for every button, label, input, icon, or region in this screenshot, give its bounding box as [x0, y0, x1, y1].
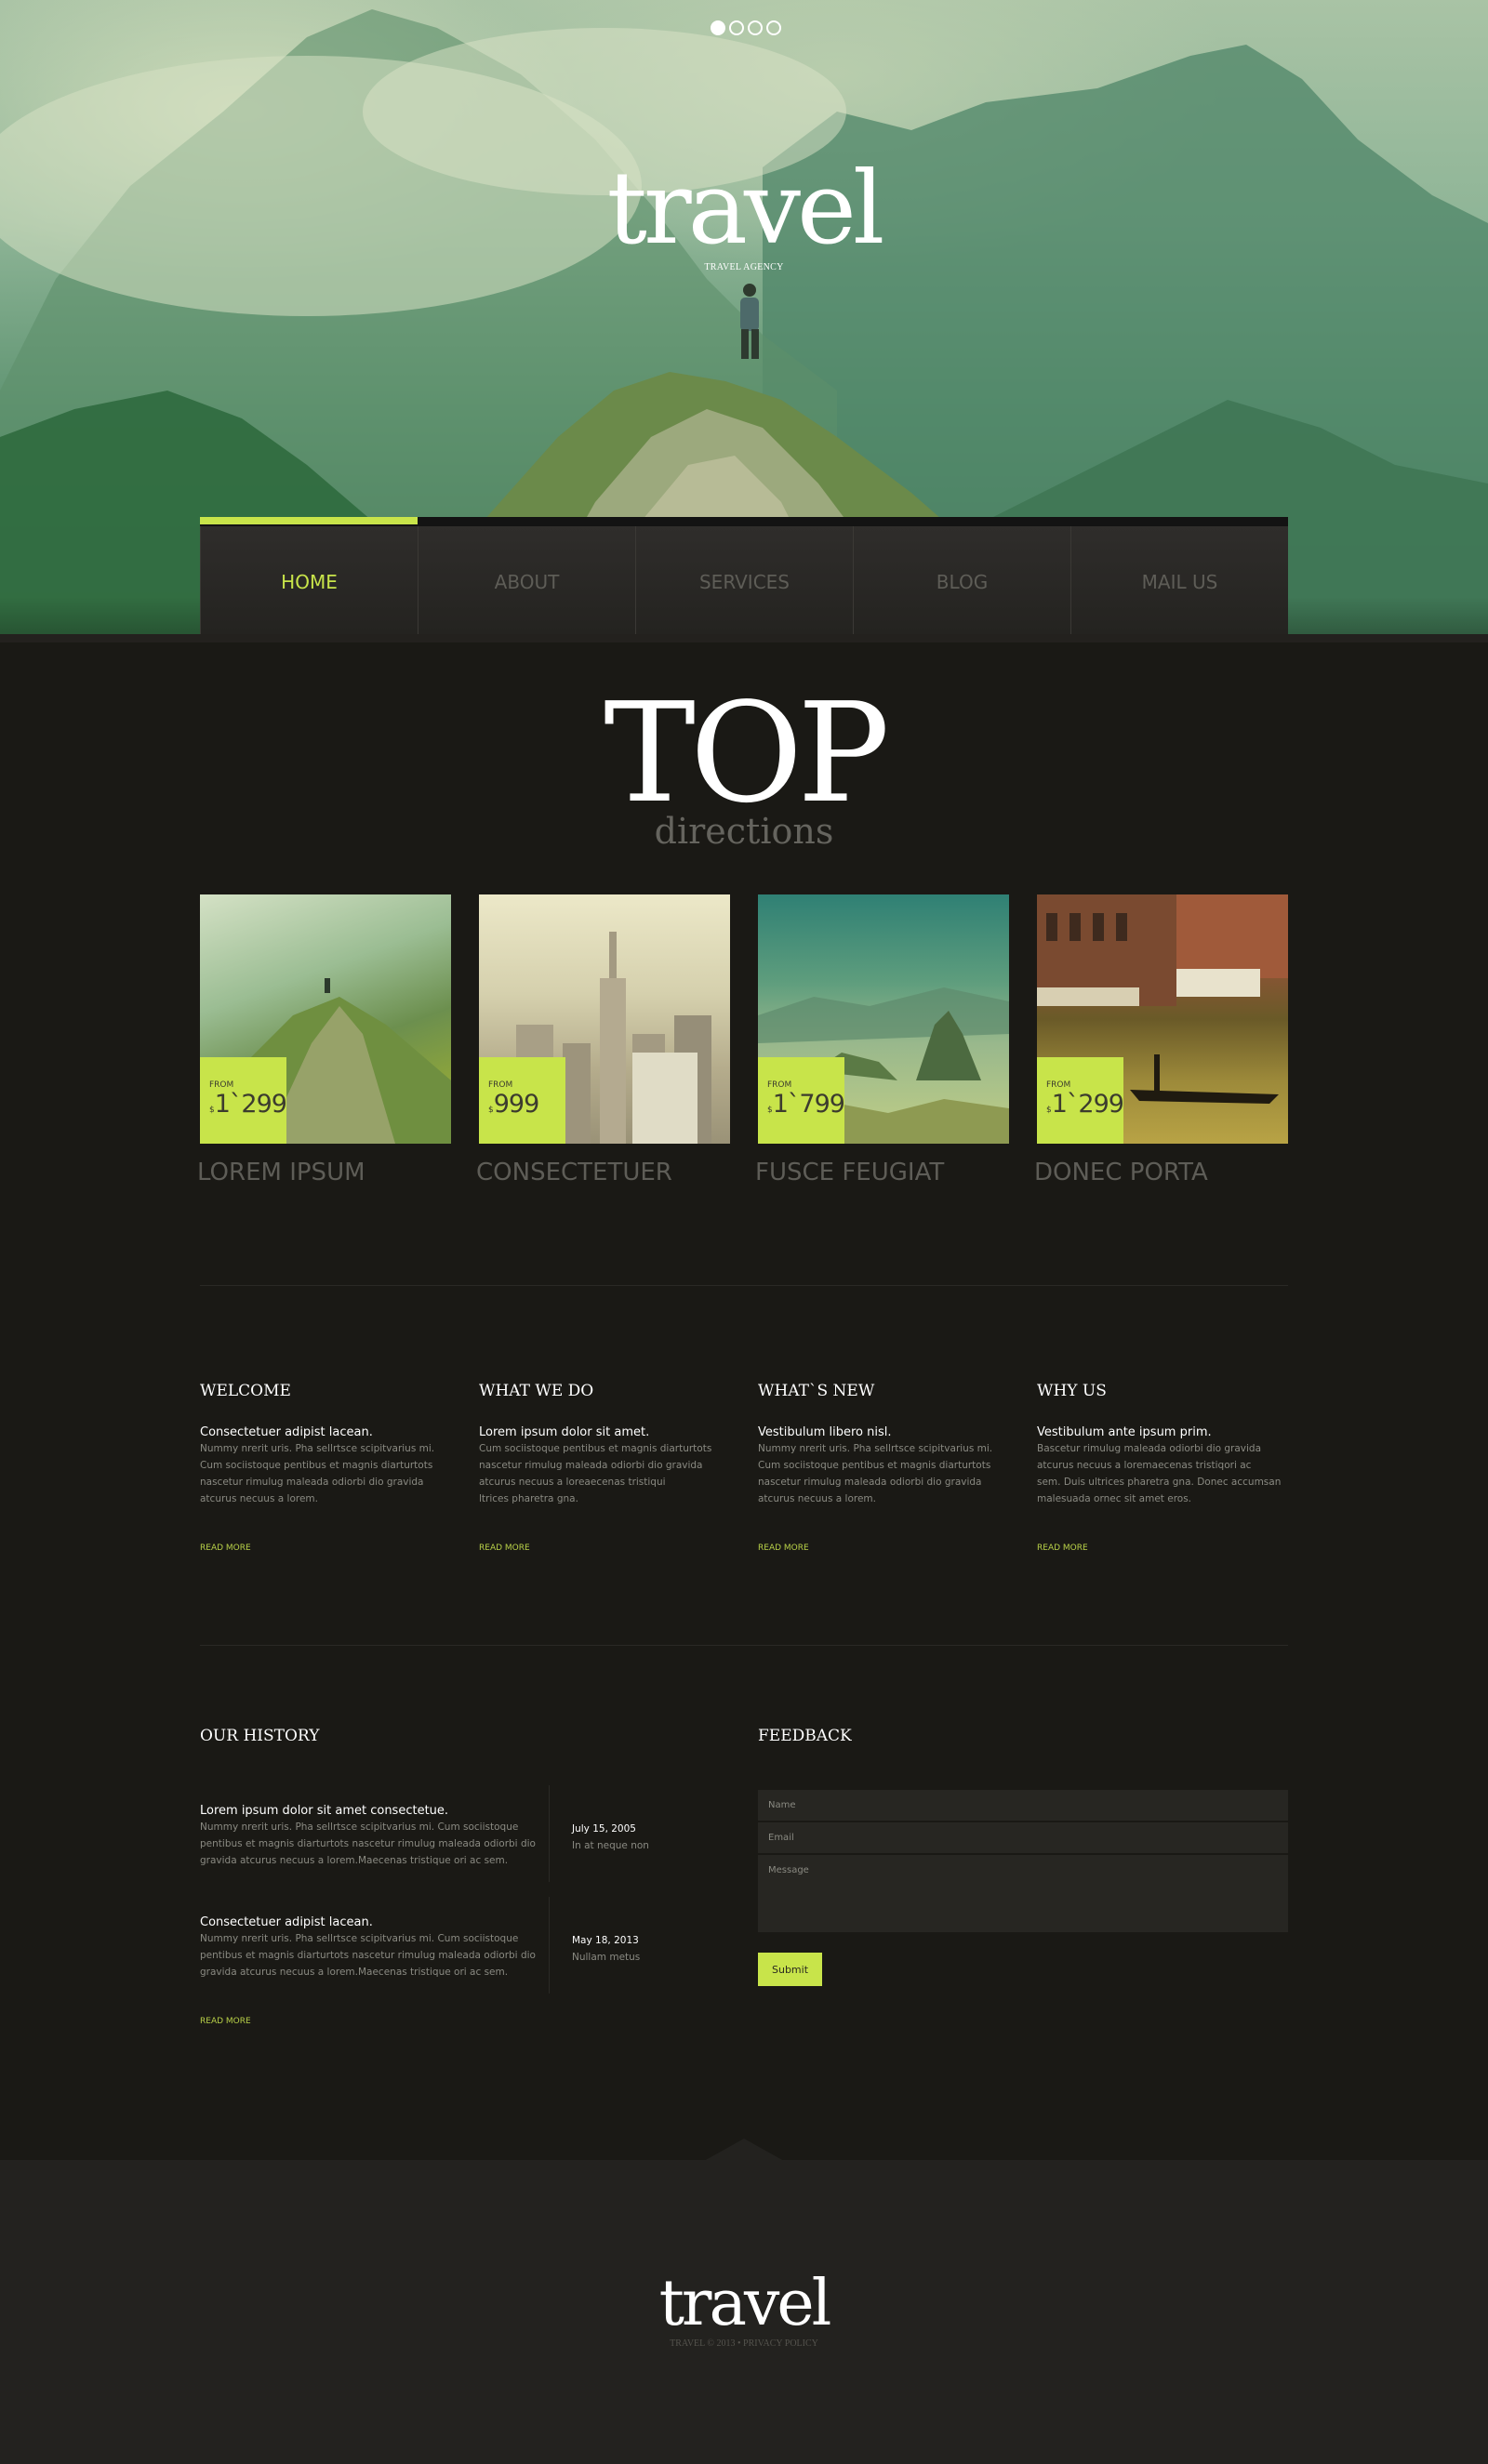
history-lead: Lorem ipsum dolor sit amet consectetue. [200, 1804, 449, 1818]
history-heading: OUR HISTORY [200, 1727, 320, 1745]
read-more-link[interactable]: READ MORE [479, 1543, 530, 1553]
history-item: Consectetuer adipist lacean. Nummy nreri… [200, 1897, 758, 1994]
destination-title[interactable]: LOREM IPSUM [197, 1159, 451, 1186]
submit-button[interactable]: Submit [758, 1953, 822, 1986]
info-columns: WELCOME Consectetuer adipist lacean. Num… [200, 1381, 1288, 1553]
destination-image-venice[interactable]: FROM $1`299 [1037, 894, 1288, 1144]
slider-dot-2[interactable] [729, 20, 744, 35]
price-badge: FROM $1`299 [1037, 1057, 1124, 1144]
destination-title[interactable]: DONEC PORTA [1034, 1159, 1288, 1186]
price-value: 1`299 [214, 1090, 287, 1119]
column-lead: Consectetuer adipist lacean. [200, 1425, 373, 1439]
price-badge: FROM $999 [479, 1057, 565, 1144]
column-body: Bascetur rimulug maleada odiorbi dio gra… [1037, 1443, 1282, 1504]
footer-copyright: TRAVEL © 2013 • PRIVACY POLICY [0, 2338, 1488, 2349]
destination-image-mountain[interactable]: FROM $1`299 [200, 894, 451, 1144]
site-tagline: TRAVEL AGENCY [704, 262, 784, 272]
nav-item-mail-us[interactable]: MAIL US [1070, 526, 1288, 634]
destination-card: FROM $1`799 FUSCE FEUGIAT [755, 894, 1009, 1186]
feedback-form: Submit [758, 1790, 1288, 1986]
column-lead: Lorem ipsum dolor sit amet. [479, 1425, 650, 1439]
footer-separator: • [737, 2338, 741, 2349]
top-directions-title: TOP [604, 673, 890, 833]
price-badge: FROM $1`299 [200, 1057, 287, 1144]
destination-card: FROM $1`299 LOREM IPSUM [197, 894, 451, 1186]
column-heading: WELCOME [200, 1382, 291, 1400]
header-bottom-band [0, 634, 1488, 642]
column-body: Nummy nrerit uris. Pha sellrtsce scipitv… [758, 1443, 993, 1504]
email-field[interactable] [758, 1822, 1288, 1854]
footer-logo[interactable]: travel [0, 2272, 1488, 2337]
history-date: May 18, 2013 [572, 1935, 639, 1946]
info-column-why-us: WHY US Vestibulum ante ipsum prim. Basce… [1037, 1381, 1288, 1553]
top-directions-subtitle: directions [654, 811, 834, 852]
destination-card: FROM $1`299 DONEC PORTA [1034, 894, 1288, 1186]
column-heading: WHAT`S NEW [758, 1382, 875, 1400]
read-more-link[interactable]: READ MORE [1037, 1543, 1088, 1553]
feedback-heading: FEEDBACK [758, 1727, 852, 1745]
destination-cards: FROM $1`299 LOREM IPSUM FROM $999 CONSEC… [197, 894, 1288, 1186]
history-body: Nummy nrerit uris. Pha sellrtsce scipitv… [200, 1822, 536, 1866]
nav-item-services[interactable]: SERVICES [635, 526, 853, 634]
destination-image-city[interactable]: FROM $999 [479, 894, 730, 1144]
name-field[interactable] [758, 1790, 1288, 1822]
timeline-divider [549, 1897, 550, 1994]
history-body: Nummy nrerit uris. Pha sellrtsce scipitv… [200, 1933, 536, 1978]
column-body: Cum sociistoque pentibus et magnis diart… [479, 1443, 712, 1504]
column-heading: WHY US [1037, 1382, 1107, 1400]
price-badge: FROM $1`799 [758, 1057, 845, 1144]
destination-card: FROM $999 CONSECTETUER [476, 894, 730, 1186]
price-value: 1`299 [1051, 1090, 1124, 1119]
read-more-link[interactable]: READ MORE [758, 1543, 809, 1553]
slider-pagination [711, 20, 781, 35]
price-value: 1`799 [772, 1090, 845, 1119]
timeline-divider [549, 1785, 550, 1882]
nav-item-about[interactable]: ABOUT [418, 526, 635, 634]
copyright-text: TRAVEL © 2013 [670, 2338, 736, 2349]
column-lead: Vestibulum libero nisl. [758, 1425, 892, 1439]
section-divider [200, 1285, 1288, 1286]
history-item: Lorem ipsum dolor sit amet consectetue. … [200, 1785, 758, 1882]
destination-title[interactable]: FUSCE FEUGIAT [755, 1159, 1009, 1186]
history-read-more-link[interactable]: READ MORE [200, 2017, 251, 2026]
history-note: In at neque non [572, 1840, 649, 1851]
history-note: Nullam metus [572, 1952, 641, 1963]
column-lead: Vestibulum ante ipsum prim. [1037, 1425, 1212, 1439]
column-heading: WHAT WE DO [479, 1382, 594, 1400]
nav-active-indicator [200, 517, 418, 524]
info-column-welcome: WELCOME Consectetuer adipist lacean. Num… [200, 1381, 451, 1553]
footer-notch [704, 2139, 784, 2161]
slider-dot-1[interactable] [711, 20, 725, 35]
main-navigation: HOME ABOUT SERVICES BLOG MAIL US [200, 517, 1288, 634]
site-logo[interactable]: travel [0, 158, 1488, 260]
price-value: 999 [493, 1090, 540, 1119]
message-field[interactable] [758, 1855, 1288, 1933]
nav-item-blog[interactable]: BLOG [853, 526, 1070, 634]
info-column-what-we-do: WHAT WE DO Lorem ipsum dolor sit amet. C… [479, 1381, 730, 1553]
info-column-whats-new: WHAT`S NEW Vestibulum libero nisl. Nummy… [758, 1381, 1009, 1553]
slider-dot-3[interactable] [748, 20, 763, 35]
destination-title[interactable]: CONSECTETUER [476, 1159, 730, 1186]
privacy-policy-link[interactable]: PRIVACY POLICY [743, 2338, 818, 2349]
history-date: July 15, 2005 [572, 1823, 636, 1835]
column-body: Nummy nrerit uris. Pha sellrtsce scipitv… [200, 1443, 435, 1504]
history-lead: Consectetuer adipist lacean. [200, 1915, 373, 1929]
nav-item-home[interactable]: HOME [200, 526, 418, 634]
section-divider [200, 1645, 1288, 1646]
destination-image-rio[interactable]: FROM $1`799 [758, 894, 1009, 1144]
read-more-link[interactable]: READ MORE [200, 1543, 251, 1553]
slider-dot-4[interactable] [766, 20, 781, 35]
